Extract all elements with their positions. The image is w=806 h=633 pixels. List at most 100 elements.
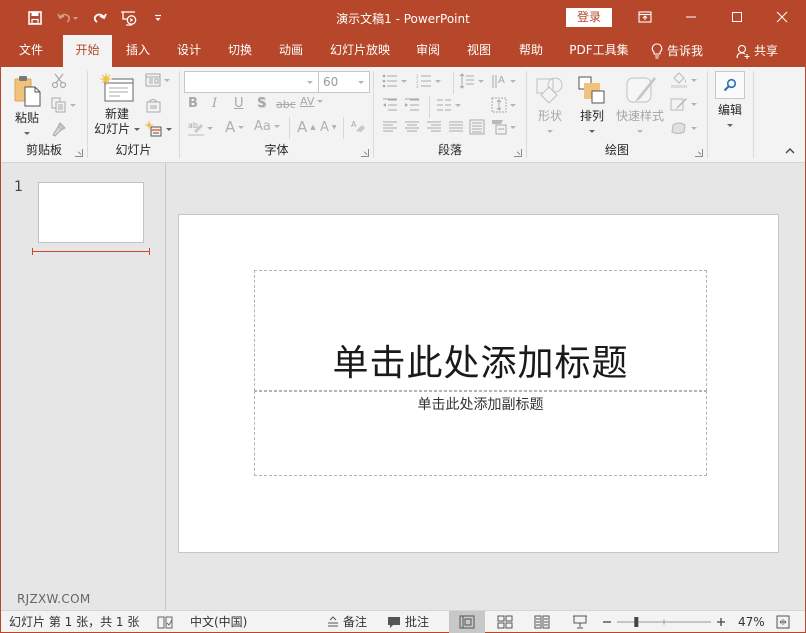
columns-button[interactable] xyxy=(436,98,461,112)
shape-fill-button[interactable] xyxy=(670,72,697,88)
slideshow-view-icon xyxy=(573,615,587,629)
bullets-icon xyxy=(382,74,397,88)
comments-button[interactable]: 批注 xyxy=(387,611,429,633)
drawing-dialog-launcher[interactable] xyxy=(695,149,703,157)
text-direction-button[interactable]: A xyxy=(491,73,516,89)
tab-pdf-tools[interactable]: PDF工具集 xyxy=(561,35,637,67)
start-slideshow-button[interactable] xyxy=(113,7,145,29)
spell-check-button[interactable] xyxy=(157,611,173,633)
undo-button[interactable] xyxy=(51,7,85,29)
collapse-ribbon-icon[interactable] xyxy=(785,146,795,156)
slideshow-view-button[interactable] xyxy=(562,611,598,633)
font-dialog-launcher[interactable] xyxy=(361,149,369,157)
change-case-button[interactable]: Aa xyxy=(254,119,280,134)
copy-button[interactable] xyxy=(51,97,76,113)
maximize-button[interactable] xyxy=(714,1,760,33)
character-spacing-button[interactable]: AV xyxy=(300,95,324,108)
layout-button[interactable] xyxy=(145,73,170,87)
reset-slide-button[interactable] xyxy=(145,97,161,113)
shape-effects-button[interactable] xyxy=(670,120,697,136)
tab-transitions[interactable]: 切换 xyxy=(218,35,262,67)
font-color-label: A xyxy=(225,118,236,136)
justify-button[interactable] xyxy=(448,121,464,133)
tab-slideshow[interactable]: 幻灯片放映 xyxy=(321,35,399,67)
highlight-button[interactable]: ab xyxy=(188,120,213,136)
reset-icon xyxy=(146,99,161,113)
zoom-thumb[interactable] xyxy=(634,617,639,627)
section-button[interactable] xyxy=(145,121,172,137)
shapes-button[interactable]: 形状 xyxy=(531,75,569,139)
tab-file[interactable]: 文件 xyxy=(9,35,53,67)
font-color-button[interactable]: A xyxy=(225,118,245,136)
close-button[interactable] xyxy=(759,1,805,33)
clear-formatting-button[interactable]: A xyxy=(350,119,366,135)
cut-button[interactable] xyxy=(51,73,67,89)
redo-button[interactable] xyxy=(85,7,113,29)
subtitle-placeholder[interactable]: 单击此处添加副标题 xyxy=(254,391,707,476)
share-button[interactable]: 共享 xyxy=(736,35,786,67)
tab-help[interactable]: 帮助 xyxy=(509,35,553,67)
arrange-button[interactable]: 排列 xyxy=(573,75,611,139)
slide-sorter-view-button[interactable] xyxy=(487,611,523,633)
slide-counter[interactable]: 幻灯片 第 1 张，共 1 张 xyxy=(9,611,139,633)
normal-view-button[interactable] xyxy=(449,611,485,633)
format-painter-button[interactable] xyxy=(51,121,67,137)
underline-button[interactable]: U xyxy=(234,96,244,111)
slide-thumbnail[interactable] xyxy=(38,182,144,243)
zoom-in-icon[interactable] xyxy=(717,618,725,626)
italic-button[interactable]: I xyxy=(212,96,217,111)
paragraph-dialog-launcher[interactable] xyxy=(514,149,522,157)
align-left-icon xyxy=(383,121,397,132)
sign-in-button[interactable]: 登录 xyxy=(566,8,612,27)
slide-canvas[interactable]: 单击此处添加标题 单击此处添加副标题 xyxy=(178,214,779,553)
tab-animations[interactable]: 动画 xyxy=(269,35,313,67)
tab-home[interactable]: 开始 xyxy=(63,35,112,67)
zoom-percent[interactable]: 47% xyxy=(738,611,765,633)
character-spacing-label: AV xyxy=(300,95,315,108)
tab-insert[interactable]: 插入 xyxy=(116,35,160,67)
shadow-button[interactable]: S xyxy=(257,96,266,111)
shape-outline-button[interactable] xyxy=(670,96,697,112)
align-right-button[interactable] xyxy=(426,121,442,133)
slide-thumbnail-pane[interactable]: 1 RJZXW.COM xyxy=(1,163,166,610)
reading-view-button[interactable] xyxy=(524,611,560,633)
paste-button[interactable]: 粘贴 xyxy=(9,75,45,141)
align-center-icon xyxy=(405,121,419,132)
zoom-slider[interactable] xyxy=(603,611,727,633)
decrease-indent-button[interactable] xyxy=(382,98,398,112)
tab-design[interactable]: 设计 xyxy=(167,35,211,67)
shrink-font-button[interactable]: A ▼ xyxy=(320,120,337,135)
notes-button[interactable]: 备注 xyxy=(327,611,367,633)
numbering-button[interactable]: 123 xyxy=(416,74,441,88)
language-indicator[interactable]: 中文(中国) xyxy=(190,611,247,633)
align-text-button[interactable] xyxy=(491,97,516,113)
align-center-button[interactable] xyxy=(404,121,420,133)
tab-view[interactable]: 视图 xyxy=(457,35,501,67)
minimize-button[interactable] xyxy=(668,1,714,33)
increase-indent-button[interactable] xyxy=(404,98,420,112)
distributed-button[interactable] xyxy=(469,119,485,135)
align-left-button[interactable] xyxy=(382,121,398,133)
clipboard-dialog-launcher[interactable] xyxy=(75,149,83,157)
grow-font-button[interactable]: A ▲ xyxy=(297,118,316,136)
save-button[interactable] xyxy=(19,7,51,29)
ribbon-display-options-button[interactable] xyxy=(622,1,668,33)
title-placeholder[interactable]: 单击此处添加标题 xyxy=(254,270,707,391)
bullets-button[interactable] xyxy=(382,74,407,88)
line-spacing-button[interactable] xyxy=(459,73,484,89)
font-name-combo[interactable] xyxy=(184,71,319,93)
quick-styles-button[interactable]: 快速样式 xyxy=(614,75,666,139)
tab-review[interactable]: 审阅 xyxy=(406,35,450,67)
tell-me-search[interactable]: 告诉我 xyxy=(651,35,713,67)
fit-to-window-button[interactable] xyxy=(776,611,790,633)
slide-sorter-icon xyxy=(497,615,513,629)
layout-icon xyxy=(145,73,161,87)
bold-button[interactable]: B xyxy=(188,96,198,111)
smartart-button[interactable] xyxy=(491,119,516,135)
customize-qat-button[interactable] xyxy=(145,7,171,29)
arrange-label: 排列 xyxy=(579,109,604,123)
strikethrough-button[interactable]: abc xyxy=(276,98,296,111)
font-size-combo[interactable]: 60 xyxy=(318,71,370,93)
new-slide-button[interactable]: 新建 幻灯片 xyxy=(92,73,142,137)
editing-button[interactable]: 编辑 xyxy=(712,71,748,133)
